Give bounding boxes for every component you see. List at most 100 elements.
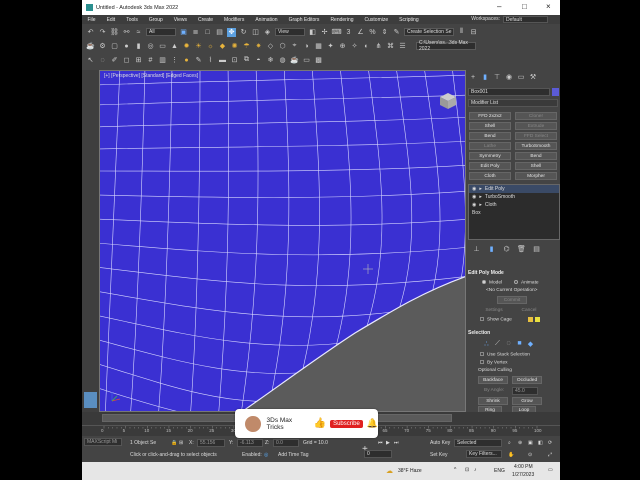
skylight-icon[interactable]: ☂ bbox=[242, 42, 251, 51]
select-by-name-icon[interactable]: ≣ bbox=[191, 28, 200, 37]
zoom-all-icon[interactable]: ⊕ bbox=[518, 440, 522, 446]
network-icon[interactable]: ⊡ bbox=[465, 467, 469, 473]
modifier-button[interactable]: Cloth bbox=[469, 172, 511, 180]
y-coordinate-field[interactable]: -6.113 bbox=[237, 439, 263, 447]
auto-key-button[interactable]: Auto Key bbox=[430, 440, 450, 446]
shrink-button[interactable]: Shrink bbox=[478, 397, 508, 405]
stack-item[interactable]: ◉ ▸ Cloth bbox=[469, 201, 559, 209]
tray-arrow-icon[interactable]: ^ bbox=[454, 467, 456, 473]
modifier-list-dropdown[interactable]: Modifier List bbox=[468, 99, 558, 107]
expand-icon[interactable]: ▸ bbox=[479, 201, 482, 209]
rect-select-icon[interactable]: □ bbox=[203, 28, 212, 37]
perspective-viewport[interactable]: [+] [Perspective] [Standard] [Edged Face… bbox=[99, 70, 466, 412]
angle-snap-icon[interactable]: ∠ bbox=[356, 28, 365, 37]
bind-icon[interactable]: ≈ bbox=[134, 28, 143, 37]
display-tab-icon[interactable]: ▭ bbox=[516, 72, 526, 82]
minimize-icon[interactable]: – bbox=[497, 2, 501, 11]
walk-icon[interactable]: ⊙ bbox=[528, 452, 532, 458]
play-icon[interactable]: ▶ bbox=[386, 440, 390, 446]
modifier-button[interactable]: Bend bbox=[469, 132, 511, 140]
by-vertex-checkbox[interactable]: By Vertex bbox=[480, 360, 508, 365]
bell-icon[interactable]: 🔔 bbox=[367, 418, 378, 429]
menu-customize[interactable]: Customize bbox=[359, 17, 394, 23]
language-indicator[interactable]: ENG bbox=[494, 468, 505, 474]
modifier-button[interactable]: FFD 2x2x2 bbox=[469, 112, 511, 120]
freeze-icon[interactable]: ❄ bbox=[266, 56, 275, 65]
eye-icon[interactable]: ◉ bbox=[472, 185, 476, 193]
cage-color-swatch[interactable] bbox=[528, 317, 533, 322]
modifier-button[interactable]: TurboSmooth bbox=[515, 142, 557, 150]
environment-icon[interactable]: ⊕ bbox=[338, 42, 347, 51]
edit-poly-mode-header[interactable]: Edit Poly Mode bbox=[468, 270, 560, 278]
maximize-icon[interactable]: □ bbox=[522, 2, 527, 11]
pivot-icon[interactable]: ◧ bbox=[308, 28, 317, 37]
sphere-icon[interactable]: ● bbox=[122, 42, 131, 51]
sun-icon[interactable]: ☀ bbox=[194, 42, 203, 51]
occluded-button[interactable]: Occluded bbox=[512, 376, 542, 384]
stack-item[interactable]: ◉ ▸ TurboSmooth bbox=[469, 193, 559, 201]
create-tab-icon[interactable]: + bbox=[468, 72, 478, 82]
torus-icon[interactable]: ◎ bbox=[146, 42, 155, 51]
pin-stack-icon[interactable]: ⊥ bbox=[472, 245, 481, 254]
viewport-label[interactable]: [+] [Perspective] [Standard] [Edged Face… bbox=[104, 73, 198, 79]
undo-icon[interactable]: ↶ bbox=[86, 28, 95, 37]
modifier-button[interactable]: Bend bbox=[515, 152, 557, 160]
key-filters-button[interactable]: Key Filters... bbox=[466, 450, 502, 458]
go-to-start-icon[interactable]: ⏮ bbox=[378, 440, 383, 446]
adaptive-degradation-icon[interactable]: ◎ bbox=[264, 452, 268, 458]
modify-tab-icon[interactable]: ▮ bbox=[480, 72, 490, 82]
pivot2-icon[interactable]: ⊞ bbox=[134, 56, 143, 65]
vertex-icon[interactable]: ∴ bbox=[482, 339, 491, 348]
fov-icon[interactable]: ◧ bbox=[538, 440, 543, 446]
hide-icon[interactable]: ◓ bbox=[254, 56, 263, 65]
expand-icon[interactable]: ▸ bbox=[479, 185, 482, 193]
modifier-button[interactable]: Extrude bbox=[515, 122, 557, 130]
show-cage-checkbox[interactable]: Show Cage bbox=[480, 317, 512, 322]
polygon-icon[interactable]: ■ bbox=[515, 339, 524, 348]
material-editor-icon[interactable]: ◑ bbox=[302, 42, 311, 51]
utilities-tab-icon[interactable]: ⚒ bbox=[528, 72, 538, 82]
selection-mode-icon[interactable]: ⊞ bbox=[179, 440, 183, 446]
menu-animation[interactable]: Animation bbox=[250, 17, 283, 23]
z-coordinate-field[interactable]: 0.0 bbox=[273, 439, 299, 447]
schematic-icon[interactable]: ⌘ bbox=[386, 42, 395, 51]
lock-selection-icon[interactable]: 🔒 bbox=[171, 440, 177, 446]
current-frame-field[interactable]: 0 bbox=[364, 450, 392, 458]
named-selection-dropdown[interactable]: Create Selection Se bbox=[404, 28, 454, 36]
sphere-gold-icon[interactable]: ● bbox=[182, 56, 191, 65]
selection-header[interactable]: Selection bbox=[468, 330, 560, 338]
edge-icon[interactable]: ⟋ bbox=[493, 339, 502, 348]
grid-icon[interactable]: # bbox=[146, 56, 155, 65]
maximize-viewport-icon[interactable]: ⤢ bbox=[548, 452, 552, 458]
render-icon[interactable]: ✦ bbox=[326, 42, 335, 51]
menu-group[interactable]: Group bbox=[143, 17, 168, 23]
box-icon[interactable]: ▢ bbox=[110, 42, 119, 51]
cube-icon[interactable]: ◻ bbox=[122, 56, 131, 65]
zoom-icon[interactable]: ⌕ bbox=[508, 440, 511, 446]
placement-icon[interactable]: ◈ bbox=[263, 28, 272, 37]
sculpt-icon[interactable]: ⌇ bbox=[206, 56, 215, 65]
x-coordinate-field[interactable]: 55.156 bbox=[197, 439, 225, 447]
use-stack-selection-checkbox[interactable]: Use Stack Selection bbox=[480, 352, 530, 357]
geometry-icon[interactable]: ⬡ bbox=[278, 42, 287, 51]
stack-item[interactable]: Box bbox=[469, 209, 559, 217]
border-icon[interactable]: ◌ bbox=[504, 339, 513, 348]
expand-icon[interactable]: ▸ bbox=[479, 193, 482, 201]
selection-filter[interactable]: All bbox=[146, 28, 176, 36]
configure-modifier-sets-icon[interactable]: ▤ bbox=[532, 245, 541, 254]
weather-text[interactable]: 38°F Haze bbox=[398, 468, 422, 474]
cancel-button[interactable]: Cancel bbox=[514, 307, 544, 315]
show-end-result-icon[interactable]: ▮ bbox=[487, 245, 496, 254]
backface-button[interactable]: Backface bbox=[478, 376, 508, 384]
reference-coord-dropdown[interactable]: View bbox=[275, 28, 305, 36]
select-manipulate-icon[interactable]: ✢ bbox=[320, 28, 329, 37]
clock-time[interactable]: 4:00 PM bbox=[514, 464, 533, 470]
render-setup-icon[interactable]: ⚙ bbox=[98, 42, 107, 51]
modifier-button[interactable]: Cloner bbox=[515, 112, 557, 120]
effects-icon[interactable]: ✧ bbox=[350, 42, 359, 51]
motion-tab-icon[interactable]: ◉ bbox=[504, 72, 514, 82]
move-icon[interactable]: ✥ bbox=[227, 27, 236, 37]
lock-icon[interactable]: ⊡ bbox=[230, 56, 239, 65]
percent-snap-icon[interactable]: % bbox=[368, 28, 377, 37]
align-icon[interactable]: ⊟ bbox=[469, 28, 478, 37]
